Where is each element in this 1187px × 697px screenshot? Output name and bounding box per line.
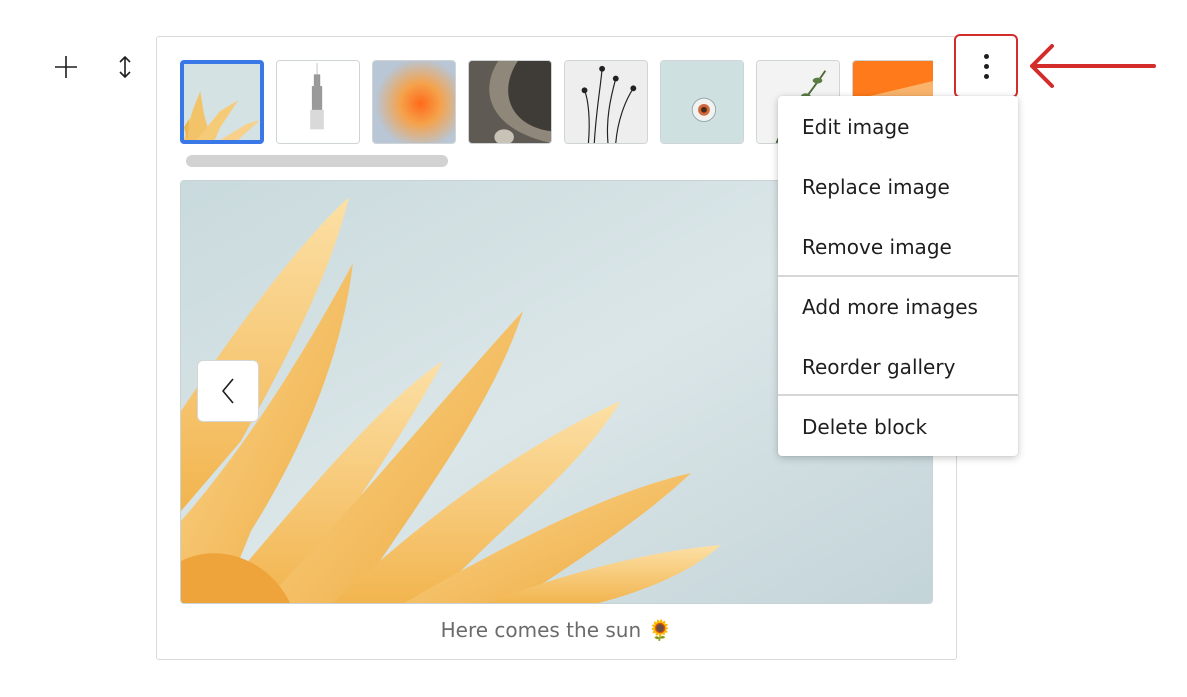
menu-divider <box>778 394 1018 396</box>
thumbnail-coffee-cup[interactable] <box>660 60 744 144</box>
thumbnail-orange-blur[interactable] <box>372 60 456 144</box>
thumbnail-building[interactable] <box>276 60 360 144</box>
menu-item-edit-image[interactable]: Edit image <box>778 97 1018 157</box>
block-options-menu: Edit image Replace image Remove image Ad… <box>778 96 1018 456</box>
previous-image-button[interactable] <box>197 360 259 422</box>
thumbnail-sunflower[interactable] <box>180 60 264 144</box>
plus-icon <box>55 56 77 78</box>
menu-item-replace-image[interactable]: Replace image <box>778 157 1018 217</box>
menu-item-delete-block[interactable]: Delete block <box>778 397 1018 457</box>
arrow-left-icon <box>1030 44 1156 88</box>
menu-item-add-more-images[interactable]: Add more images <box>778 277 1018 337</box>
move-arrows-icon <box>119 56 131 78</box>
menu-item-reorder-gallery[interactable]: Reorder gallery <box>778 337 1018 397</box>
add-block-button[interactable] <box>46 47 86 87</box>
thumbnail-dried-flowers[interactable] <box>564 60 648 144</box>
thumbnail-scrollbar[interactable] <box>186 155 448 167</box>
block-options-button[interactable] <box>954 34 1018 98</box>
move-block-button[interactable] <box>105 47 145 87</box>
gallery-caption[interactable]: Here comes the sun 🌻 <box>180 618 933 642</box>
more-vertical-icon <box>983 53 989 79</box>
menu-item-remove-image[interactable]: Remove image <box>778 217 1018 277</box>
chevron-left-icon <box>222 378 234 404</box>
thumbnail-vase[interactable] <box>468 60 552 144</box>
